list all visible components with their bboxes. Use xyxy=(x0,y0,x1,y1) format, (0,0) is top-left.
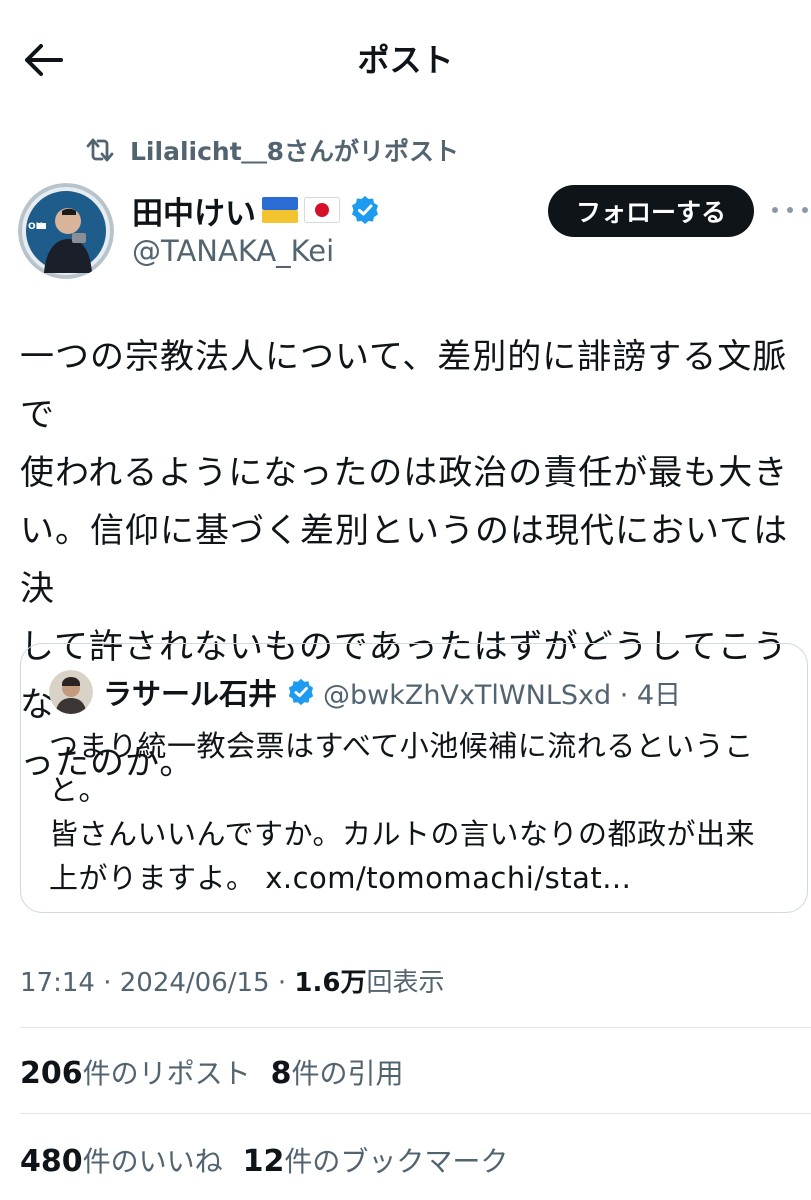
post-time: 17:14 xyxy=(20,968,95,998)
divider xyxy=(20,1113,811,1114)
quote-author-name: ラサール石井 xyxy=(103,677,278,711)
bookmark-count: 12 xyxy=(242,1144,285,1179)
separator-dot: · xyxy=(269,968,295,998)
follow-button[interactable]: フォローする xyxy=(548,185,754,237)
more-options-icon[interactable] xyxy=(772,198,808,222)
view-count: 1.6万 xyxy=(294,968,367,998)
like-label: 件のいいね xyxy=(82,1145,223,1178)
view-label: 回表示 xyxy=(366,968,445,998)
quote-text: つまり統一教会票はすべて小池候補に流れるというこ と。 皆さんいいんですか。カル… xyxy=(49,729,755,895)
quote-verified-badge-icon xyxy=(287,678,315,706)
reposts-stat[interactable]: 206件のリポスト xyxy=(20,1052,251,1092)
repost-icon xyxy=(84,134,116,166)
post-date: 2024/06/15 xyxy=(119,968,270,998)
stats-row-likes: 480件のいいね 12件のブックマーク xyxy=(20,1140,508,1180)
quotes-stat[interactable]: 8件の引用 xyxy=(271,1052,404,1092)
repost-text: Lilalicht＿8さんがリポスト xyxy=(130,137,460,166)
stats-row-reposts: 206件のリポスト 8件の引用 xyxy=(20,1052,404,1092)
repost-label: 件のリポスト xyxy=(82,1057,251,1090)
quoted-post[interactable]: ラサール石井 @bwkZhVxTlWNLSxd · 4日 つまり統一教会票はすべ… xyxy=(20,643,808,913)
quote-label: 件の引用 xyxy=(291,1057,404,1090)
bookmarks-stat[interactable]: 12件のブックマーク xyxy=(243,1140,509,1180)
author-handle[interactable]: @TANAKA_Kei xyxy=(132,234,380,268)
divider xyxy=(20,1027,811,1028)
likes-stat[interactable]: 480件のいいね xyxy=(20,1140,223,1180)
bookmark-label: 件のブックマーク xyxy=(284,1145,509,1178)
verified-badge-icon[interactable] xyxy=(350,195,380,225)
avatar[interactable]: OK xyxy=(18,183,114,279)
author-block: 田中けい @TANAKA_Kei xyxy=(132,188,380,268)
repost-count: 206 xyxy=(20,1056,83,1091)
top-bar: ポスト xyxy=(0,0,811,120)
post-meta: 17:14 · 2024/06/15 · 1.6万 回表示 xyxy=(20,962,444,999)
repost-indicator[interactable]: Lilalicht＿8さんがリポスト xyxy=(84,130,459,170)
author-name[interactable]: 田中けい xyxy=(132,188,256,233)
quote-avatar xyxy=(49,670,93,714)
quote-handle-time: @bwkZhVxTlWNLSxd · 4日 xyxy=(323,679,682,711)
svg-text:OK: OK xyxy=(28,222,44,232)
page-title: ポスト xyxy=(357,41,454,79)
japan-flag-icon xyxy=(304,197,340,223)
separator-dot: · xyxy=(94,968,120,998)
like-count: 480 xyxy=(20,1144,83,1179)
ukraine-flag-icon xyxy=(262,197,298,223)
quote-count: 8 xyxy=(270,1056,292,1091)
